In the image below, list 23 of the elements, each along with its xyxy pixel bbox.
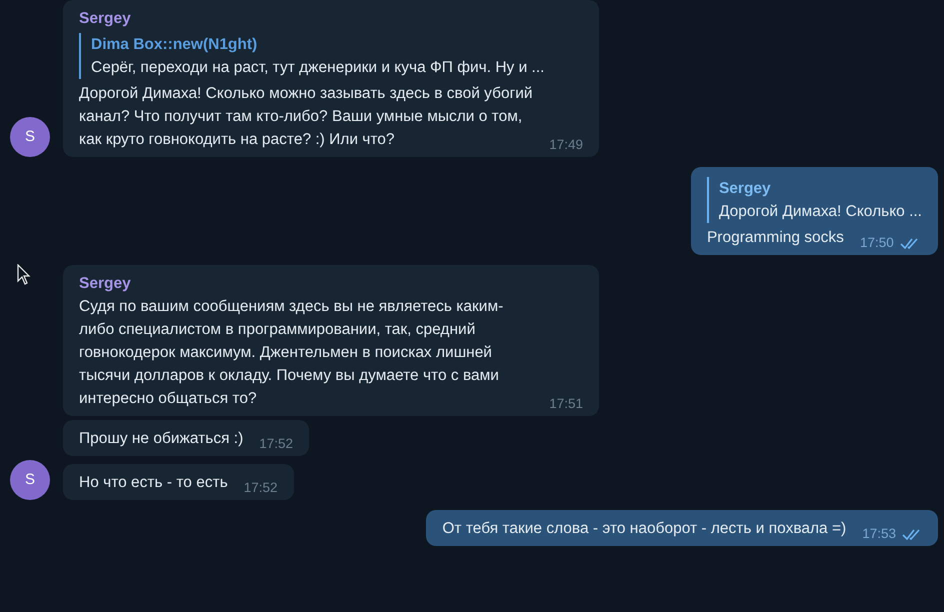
reply-quote[interactable]: Dima Box::new(N1ght) Серёг, переходи на раст, тут дженерики и куча ФП фич. Ну и ... — [79, 33, 583, 79]
message-text: Судя по вашим сообщениям здесь вы не являетесь каким-либо специалистом в программировании, так, средний говнокодерок максимум. Джентельмен в поисках лишней тысячи долларов к окладу. Почему вы думаете что с вами интересно общаться то? — [79, 297, 504, 409]
message-text: Programming socks — [706, 228, 844, 248]
message-text: Прошу не обижаться :) — [79, 429, 244, 449]
sender-name: Sergey — [79, 9, 132, 29]
reply-text: Серёг, переходи на раст, тут дженерики и куча ФП фич. Ну и ... — [91, 58, 546, 78]
message-time: 17:52 — [259, 435, 294, 453]
message-text: Дорогой Димаха! Сколько можно зазывать здесь в свой убогий канал? Что получит там кто-либо? Ваши умные мысли о том, как круто говнокодить на расте? :) Или что? — [79, 84, 534, 150]
reply-text: Дорогой Димаха! Сколько ... — [718, 202, 922, 222]
message-time: 17:50 — [860, 234, 894, 252]
message-text: Но что есть - то есть — [79, 473, 228, 493]
sender-name: Sergey — [79, 274, 132, 294]
avatar[interactable]: S — [10, 117, 50, 157]
reply-author: Dima Box::new(N1ght) — [91, 35, 258, 55]
message-text: От тебя такие слова - это наоборот - лесть и похвала =) — [442, 519, 846, 539]
message-time: 17:49 — [549, 136, 583, 154]
message-time: 17:51 — [549, 395, 583, 413]
message-time: 17:52 — [244, 479, 278, 497]
mouse-cursor-icon — [17, 264, 31, 286]
message-time: 17:53 — [862, 525, 896, 543]
avatar[interactable]: S — [10, 460, 50, 500]
reply-author: Sergey — [718, 179, 772, 199]
reply-quote[interactable]: Sergey Дорогой Димаха! Сколько ... — [706, 177, 922, 223]
